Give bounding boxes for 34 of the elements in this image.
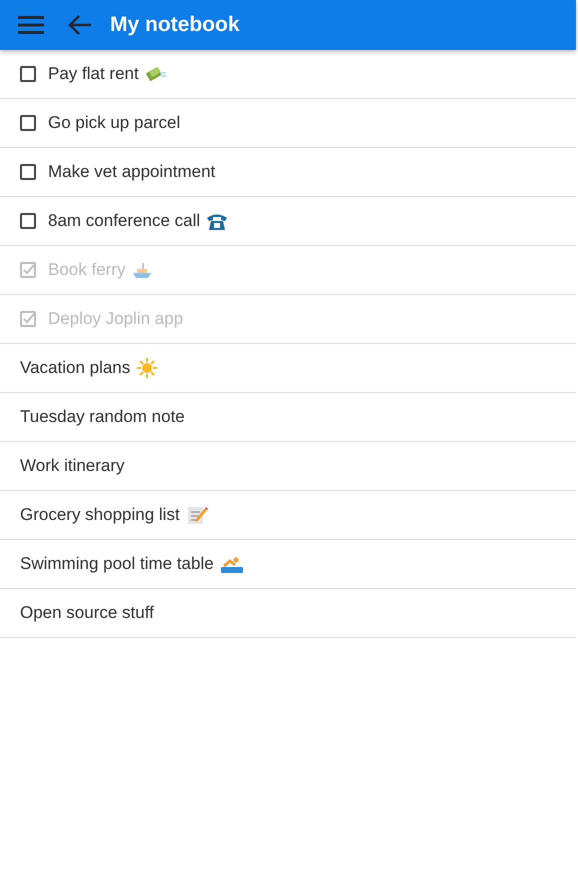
menu-icon[interactable] xyxy=(18,15,44,35)
note-item[interactable]: Make vet appointment xyxy=(0,148,576,197)
checked-checkbox[interactable] xyxy=(20,311,36,327)
note-item[interactable]: Work itinerary xyxy=(0,442,576,491)
note-item[interactable]: Go pick up parcel xyxy=(0,99,576,148)
sun-icon xyxy=(136,357,158,379)
note-title: 8am conference call xyxy=(48,211,200,231)
checkbox[interactable] xyxy=(20,115,36,131)
note-item[interactable]: 8am conference call xyxy=(0,197,576,246)
checked-checkbox[interactable] xyxy=(20,262,36,278)
note-title: Tuesday random note xyxy=(20,407,185,427)
checkbox[interactable] xyxy=(20,213,36,229)
note-item[interactable]: Open source stuff xyxy=(0,589,576,638)
boat-icon xyxy=(131,260,154,280)
note-title: Work itinerary xyxy=(20,456,125,476)
note-item[interactable]: Pay flat rent xyxy=(0,50,576,99)
note-title: Deploy Joplin app xyxy=(48,309,184,329)
note-item[interactable]: Vacation plans xyxy=(0,344,576,393)
note-title: Swimming pool time table xyxy=(20,554,214,574)
memo-icon xyxy=(186,504,208,526)
notebook-title: My notebook xyxy=(110,13,240,37)
note-title: Pay flat rent xyxy=(48,64,139,84)
note-item[interactable]: Tuesday random note xyxy=(0,393,576,442)
note-title: Go pick up parcel xyxy=(48,113,180,133)
checkbox[interactable] xyxy=(20,66,36,82)
note-title: Open source stuff xyxy=(20,603,154,623)
note-item[interactable]: Swimming pool time table xyxy=(0,540,576,589)
note-title: Book ferry xyxy=(48,260,126,280)
back-icon[interactable] xyxy=(68,14,92,36)
note-title: Make vet appointment xyxy=(48,162,216,182)
checkbox[interactable] xyxy=(20,164,36,180)
note-title: Grocery shopping list xyxy=(20,505,180,525)
note-title: Vacation plans xyxy=(20,358,130,378)
note-item[interactable]: Grocery shopping list xyxy=(0,491,576,540)
